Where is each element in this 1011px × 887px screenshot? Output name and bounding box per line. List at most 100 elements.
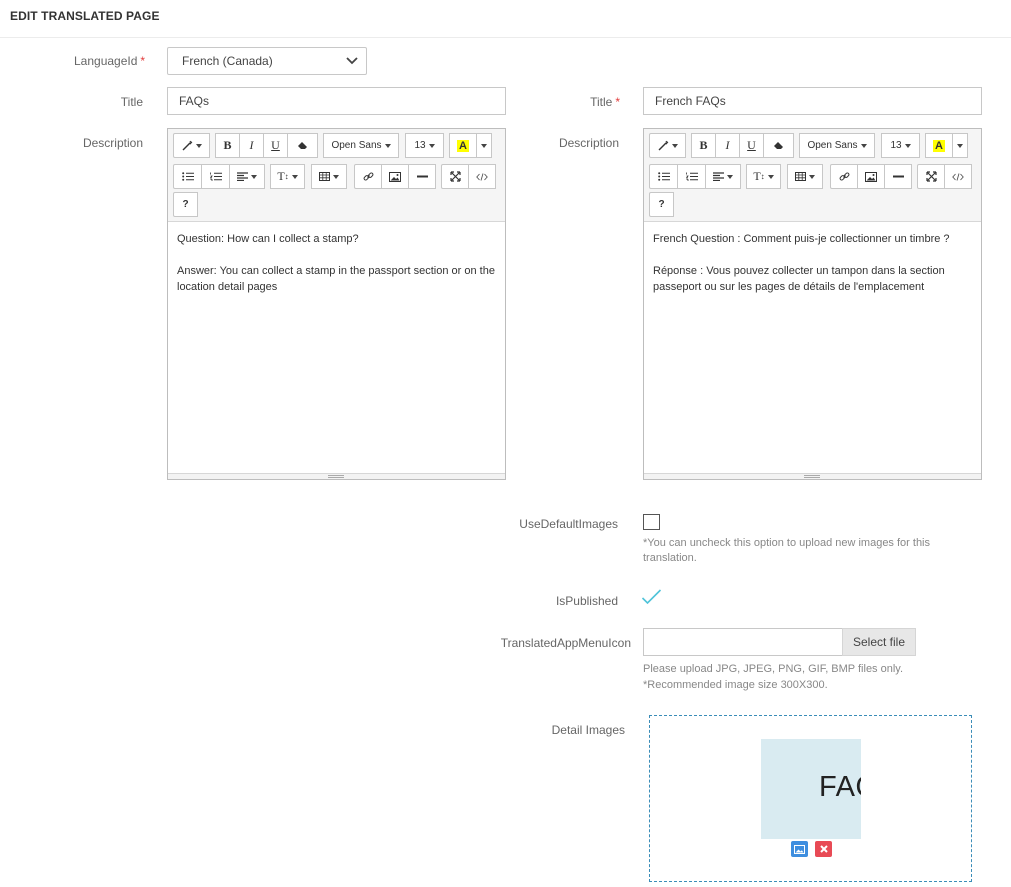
- upload-format-hint: Please upload JPG, JPEG, PNG, GIF, BMP f…: [643, 663, 904, 675]
- numbered-list-icon: [209, 172, 222, 181]
- horizontal-rule-button[interactable]: [408, 164, 436, 189]
- text-style-button[interactable]: T ↕: [270, 164, 305, 189]
- left-answer-text: Answer: You can collect a stamp in the p…: [177, 265, 495, 293]
- table-icon: [319, 172, 330, 181]
- ordered-list-button[interactable]: [677, 164, 706, 189]
- help-button[interactable]: ?: [173, 192, 198, 217]
- italic-button[interactable]: I: [239, 133, 264, 158]
- image-button[interactable]: [857, 164, 885, 189]
- use-default-images-label: UseDefaultImages: [519, 517, 618, 531]
- right-title-label: Title *: [590, 95, 620, 109]
- picture-icon: [865, 171, 877, 182]
- underline-button[interactable]: U: [739, 133, 764, 158]
- code-view-button[interactable]: [468, 164, 496, 189]
- is-published-checkmark-icon[interactable]: [641, 588, 662, 606]
- left-description-label: Description: [82, 136, 143, 150]
- left-title-input[interactable]: FAQs: [167, 87, 506, 115]
- left-editor-resize-handle[interactable]: [168, 473, 505, 479]
- magic-wand-icon: [658, 140, 668, 151]
- numbered-list-icon: [685, 172, 698, 181]
- eraser-button[interactable]: [287, 133, 318, 158]
- font-family-button[interactable]: Open Sans: [323, 133, 399, 158]
- is-published-label: IsPublished: [555, 594, 618, 608]
- italic-button[interactable]: I: [715, 133, 740, 158]
- language-select[interactable]: French (Canada): [167, 47, 367, 75]
- unordered-list-button[interactable]: [649, 164, 678, 189]
- left-editor-content[interactable]: Question: How can I collect a stamp? Ans…: [177, 231, 495, 311]
- link-icon: [363, 172, 373, 181]
- help-button[interactable]: ?: [649, 192, 674, 217]
- text-style-button[interactable]: T ↕: [746, 164, 781, 189]
- delete-image-button[interactable]: [815, 841, 832, 857]
- highlight-color-button[interactable]: A: [449, 133, 477, 158]
- link-button[interactable]: [830, 164, 858, 189]
- picture-icon: [794, 844, 805, 854]
- horizontal-rule-icon: [416, 175, 428, 178]
- use-default-images-checkbox[interactable]: [643, 514, 660, 530]
- highlight-color-button[interactable]: A: [925, 133, 953, 158]
- paragraph-align-button[interactable]: [229, 164, 265, 189]
- font-family-button[interactable]: Open Sans: [799, 133, 875, 158]
- magic-style-button[interactable]: [649, 133, 686, 158]
- select-file-button[interactable]: Select file: [842, 628, 916, 656]
- eraser-icon: [774, 142, 783, 149]
- font-size-button[interactable]: 13: [405, 133, 444, 158]
- font-size-button[interactable]: 13: [881, 133, 920, 158]
- bold-button[interactable]: B: [215, 133, 240, 158]
- right-answer-text: Réponse : Vous pouvez collecter un tampo…: [653, 265, 945, 293]
- color-dropdown-button[interactable]: [476, 133, 492, 158]
- color-dropdown-button[interactable]: [952, 133, 968, 158]
- horizontal-rule-button[interactable]: [884, 164, 912, 189]
- menu-icon-label: TranslatedAppMenuIcon: [500, 636, 631, 650]
- detail-image-thumbnail: FAQ: [761, 739, 861, 839]
- left-title-label: Title: [120, 95, 143, 109]
- eraser-icon: [298, 142, 307, 149]
- code-icon: [476, 172, 488, 181]
- link-icon: [839, 172, 849, 181]
- link-button[interactable]: [354, 164, 382, 189]
- use-default-images-hint: *You can uncheck this option to upload n…: [643, 537, 930, 564]
- image-button[interactable]: [381, 164, 409, 189]
- expand-icon: [449, 171, 461, 182]
- right-editor-resize-handle[interactable]: [644, 473, 981, 479]
- page-title: EDIT TRANSLATED PAGE: [10, 9, 160, 23]
- fullscreen-button[interactable]: [917, 164, 945, 189]
- right-description-editor: B I U Open Sans 13 A T ↕ ? French Questi…: [643, 128, 982, 480]
- table-button[interactable]: [787, 164, 823, 189]
- bullet-list-icon: [181, 172, 194, 181]
- ordered-list-button[interactable]: [201, 164, 230, 189]
- magic-wand-icon: [182, 140, 192, 151]
- left-title-value: FAQs: [179, 94, 210, 108]
- right-title-input[interactable]: French FAQs: [643, 87, 982, 115]
- language-select-value: French (Canada): [182, 54, 273, 68]
- detail-images-dropzone[interactable]: FAQ: [649, 715, 972, 882]
- resize-grip-icon: [328, 475, 344, 478]
- unordered-list-button[interactable]: [173, 164, 202, 189]
- magic-style-button[interactable]: [173, 133, 210, 158]
- chevron-down-icon: [346, 57, 358, 65]
- align-left-icon: [237, 172, 248, 181]
- right-description-label: Description: [558, 136, 619, 150]
- table-button[interactable]: [311, 164, 347, 189]
- horizontal-rule-icon: [892, 175, 904, 178]
- align-left-icon: [713, 172, 724, 181]
- code-icon: [952, 172, 964, 181]
- expand-icon: [925, 171, 937, 182]
- right-editor-content[interactable]: French Question : Comment puis-je collec…: [653, 231, 971, 311]
- resize-grip-icon: [804, 475, 820, 478]
- bullet-list-icon: [657, 172, 670, 181]
- eraser-button[interactable]: [763, 133, 794, 158]
- language-label: LanguageId *: [74, 54, 146, 68]
- menu-icon-file-input[interactable]: [643, 628, 843, 656]
- left-question-text: Question: How can I collect a stamp?: [177, 233, 359, 245]
- left-editor-toolbar: B I U Open Sans 13 A T ↕ ?: [168, 129, 505, 222]
- code-view-button[interactable]: [944, 164, 972, 189]
- paragraph-align-button[interactable]: [705, 164, 741, 189]
- detail-images-label: Detail Images: [551, 723, 625, 737]
- bold-button[interactable]: B: [691, 133, 716, 158]
- underline-button[interactable]: U: [263, 133, 288, 158]
- edit-image-button[interactable]: [791, 841, 808, 857]
- left-description-editor: B I U Open Sans 13 A T ↕ ? Question: How…: [167, 128, 506, 480]
- picture-icon: [389, 171, 401, 182]
- fullscreen-button[interactable]: [441, 164, 469, 189]
